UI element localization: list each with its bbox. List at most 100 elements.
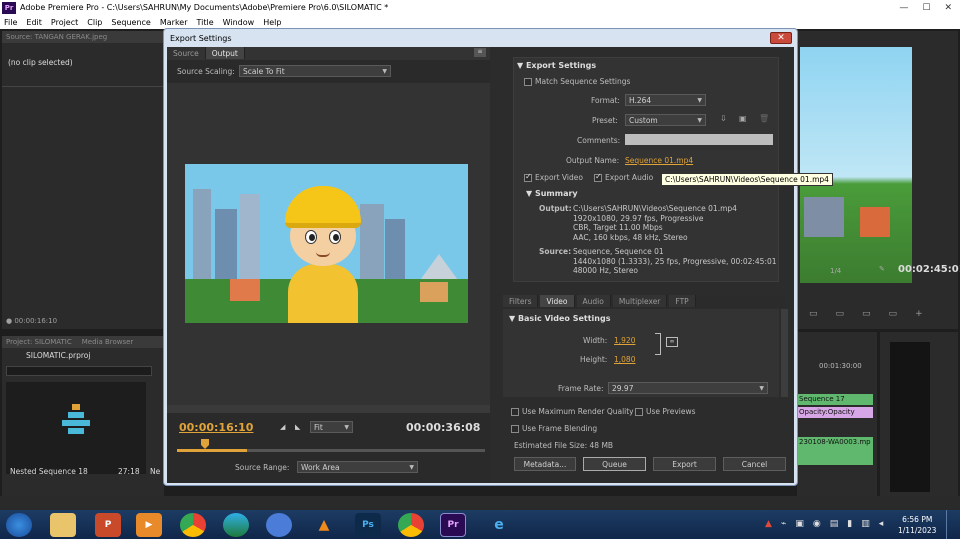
clock[interactable]: 6:56 PM 1/11/2023 <box>898 514 936 536</box>
source-range-value: Work Area <box>301 462 340 472</box>
import-preset-icon[interactable]: ▣ <box>739 114 747 123</box>
set-in-point-icon[interactable]: ◢ <box>280 423 285 431</box>
tray-icon[interactable]: ◉ <box>813 519 821 529</box>
menu-project[interactable]: Project <box>51 18 78 27</box>
dialog-close-button[interactable]: ✕ <box>770 32 792 44</box>
export-settings-header[interactable]: ▼ Export Settings <box>517 61 596 70</box>
building-shape <box>360 204 384 284</box>
export-video-checkbox[interactable]: Export Video <box>524 172 583 182</box>
menu-marker[interactable]: Marker <box>160 18 188 27</box>
chromium-icon[interactable] <box>266 513 292 537</box>
menu-bar: File Edit Project Clip Sequence Marker T… <box>0 15 960 29</box>
lift-icon[interactable]: ▭ <box>836 309 845 321</box>
cancel-button[interactable]: Cancel <box>723 457 786 471</box>
start-button[interactable] <box>6 513 32 537</box>
preview-scrollbar[interactable] <box>167 405 490 413</box>
volume-icon[interactable]: ◂ <box>879 519 884 529</box>
file-explorer-icon[interactable] <box>50 513 76 537</box>
tab-multiplexer[interactable]: Multiplexer <box>612 295 668 307</box>
queue-button[interactable]: Queue <box>583 457 646 471</box>
program-fraction[interactable]: 1/4 <box>830 267 841 275</box>
match-sequence-checkbox[interactable]: Match Sequence Settings <box>524 77 630 86</box>
tab-filters[interactable]: Filters <box>503 295 539 307</box>
summary-header[interactable]: ▼ Summary <box>526 189 578 198</box>
tray-icon[interactable]: ▮ <box>847 519 852 529</box>
max-render-checkbox[interactable]: Use Maximum Render Quality <box>511 407 634 416</box>
network-icon[interactable]: ▥ <box>861 519 870 529</box>
powerpoint-icon[interactable]: P <box>95 513 121 537</box>
camera-icon[interactable]: ▭ <box>889 309 898 321</box>
edge-icon[interactable] <box>223 513 249 537</box>
basic-video-header[interactable]: ▼ Basic Video Settings <box>509 314 610 323</box>
wrench-icon[interactable]: ✎ <box>879 265 885 273</box>
zoom-fit-dropdown[interactable]: Fit ▼ <box>310 421 353 433</box>
metadata-button[interactable]: Metadata... <box>514 457 576 471</box>
frame-blending-checkbox[interactable]: Use Frame Blending <box>511 424 597 433</box>
tab-project[interactable]: Project: SILOMATIC <box>6 338 72 346</box>
tray-icon[interactable]: ▣ <box>795 519 804 529</box>
current-timecode[interactable]: 00:00:16:10 <box>179 421 253 434</box>
menu-edit[interactable]: Edit <box>26 18 42 27</box>
source-scaling-dropdown[interactable]: Scale To Fit ▼ <box>239 65 391 77</box>
height-value[interactable]: 1,080 <box>614 355 635 364</box>
nested-sequence-thumbnail[interactable] <box>6 382 146 474</box>
photoshop-icon[interactable]: Ps <box>355 513 381 537</box>
timeline-panel: 00:01:30:00 Sequence 17 Opacity:Opacity … <box>797 332 877 496</box>
tray-icon[interactable]: ▤ <box>830 519 839 529</box>
preset-dropdown[interactable]: Custom ▼ <box>625 114 706 126</box>
preset-value: Custom <box>629 115 658 125</box>
extract-icon[interactable]: ▭ <box>862 309 871 321</box>
menu-title[interactable]: Title <box>197 18 214 27</box>
width-value[interactable]: 1,920 <box>614 336 635 345</box>
chrome-profile-icon[interactable] <box>398 513 424 537</box>
premiere-taskbar-icon[interactable]: Pr <box>440 513 466 537</box>
tab-video[interactable]: Video <box>540 295 575 307</box>
set-out-point-icon[interactable]: ◣ <box>295 423 300 431</box>
output-name-link[interactable]: Sequence 01.mp4 <box>625 156 693 165</box>
work-area-fill <box>177 449 247 452</box>
export-button[interactable]: Export <box>653 457 716 471</box>
project-search-input[interactable] <box>6 366 152 376</box>
tab-ftp[interactable]: FTP <box>669 295 696 307</box>
maximize-icon[interactable]: ☐ <box>922 3 930 13</box>
menu-sequence[interactable]: Sequence <box>111 18 150 27</box>
minimize-icon[interactable]: — <box>899 3 908 13</box>
panel-menu-icon[interactable]: ≡ <box>474 48 486 57</box>
pdf-tray-icon[interactable]: ▲ <box>765 519 772 529</box>
internet-explorer-icon[interactable]: e <box>486 513 512 537</box>
tray-icon[interactable]: ⌁ <box>781 519 786 529</box>
tab-source[interactable]: Source <box>167 47 206 59</box>
timeline-clip-audio[interactable]: 230108-WA0003.mp <box>797 437 873 465</box>
work-area-bar[interactable] <box>177 449 485 452</box>
close-window-icon[interactable]: ✕ <box>944 3 952 13</box>
menu-file[interactable]: File <box>4 18 17 27</box>
vlc-icon[interactable]: ▲ <box>311 513 337 537</box>
timeline-clip-opacity[interactable]: Opacity:Opacity <box>797 407 873 418</box>
save-preset-icon[interactable]: ⇩ <box>720 114 727 123</box>
menu-window[interactable]: Window <box>223 18 255 27</box>
media-player-icon[interactable]: ▶ <box>136 513 162 537</box>
menu-clip[interactable]: Clip <box>87 18 102 27</box>
frame-rate-dropdown[interactable]: 29.97 ▼ <box>608 382 768 394</box>
delete-preset-icon[interactable]: 🗑 <box>759 114 769 123</box>
source-range-dropdown[interactable]: Work Area ▼ <box>297 461 418 473</box>
link-icon[interactable]: ∞ <box>666 337 678 347</box>
program-video-frame <box>800 47 912 283</box>
tab-audio[interactable]: Audio <box>576 295 611 307</box>
export-audio-checkbox[interactable]: Export Audio <box>594 172 653 182</box>
show-desktop-button[interactable] <box>946 510 960 539</box>
project-item-partial: Ne <box>150 467 161 476</box>
tab-output[interactable]: Output <box>205 47 245 59</box>
menu-help[interactable]: Help <box>263 18 281 27</box>
format-dropdown[interactable]: H.264 ▼ <box>625 94 706 106</box>
tab-media-browser[interactable]: Media Browser <box>82 338 134 346</box>
use-previews-checkbox[interactable]: Use Previews <box>635 407 696 416</box>
add-icon[interactable]: + <box>915 309 923 321</box>
export-frame-icon[interactable]: ▭ <box>809 309 818 321</box>
timeline-clip-sequence[interactable]: Sequence 17 <box>797 394 873 405</box>
playhead-icon[interactable] <box>201 439 209 449</box>
source-panel-tab[interactable]: Source: TANGAN GERAK.jpeg <box>2 31 164 43</box>
comments-field[interactable] <box>625 134 773 145</box>
settings-scrollbar[interactable] <box>781 309 788 397</box>
chrome-icon[interactable] <box>180 513 206 537</box>
